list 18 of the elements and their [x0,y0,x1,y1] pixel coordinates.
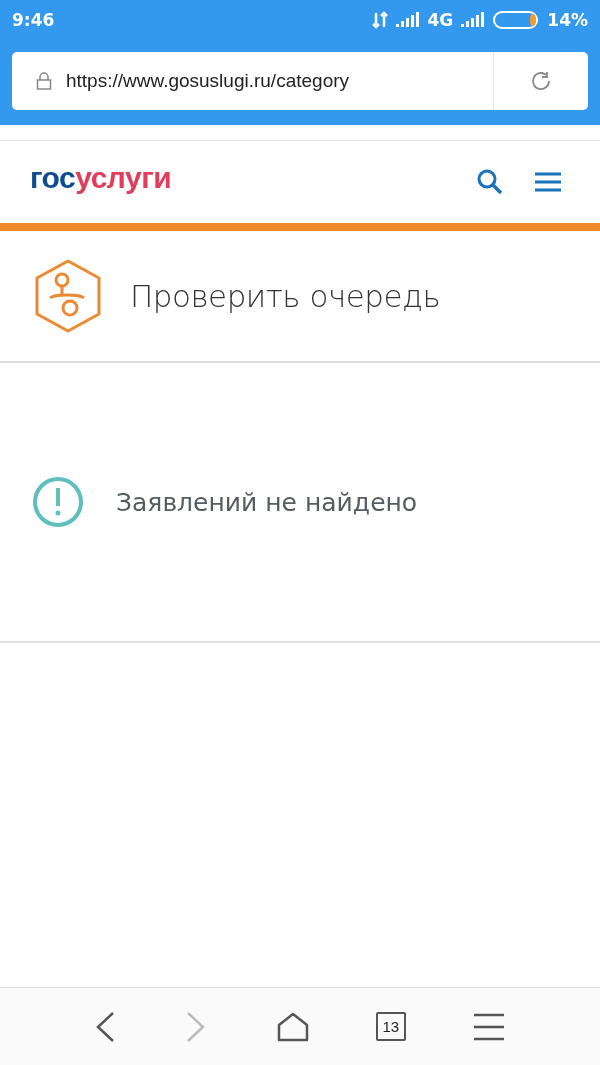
site-logo[interactable]: госуслуги [30,161,472,195]
reload-icon [529,69,553,93]
logo-text: услуги [75,161,172,195]
exclamation-icon [32,476,84,528]
page-title: Проверить очередь [130,278,441,314]
address-bar[interactable]: https://www.gosuslugi.ru/category [12,52,588,110]
tabs-button[interactable]: 13 [375,1012,406,1041]
signal-icon [461,11,486,29]
logo-text: гос [30,161,76,195]
signal-icon [395,11,420,29]
network-type: 4G [427,10,454,30]
battery-icon [493,11,540,29]
lock-icon [36,72,52,90]
data-transfer-icon [371,11,388,29]
battery-percent: 14% [547,10,588,30]
status-time: 9:46 [12,10,55,30]
url-text: https://www.gosuslugi.ru/category [66,70,351,92]
empty-message: Заявлений не найдено [116,487,418,517]
